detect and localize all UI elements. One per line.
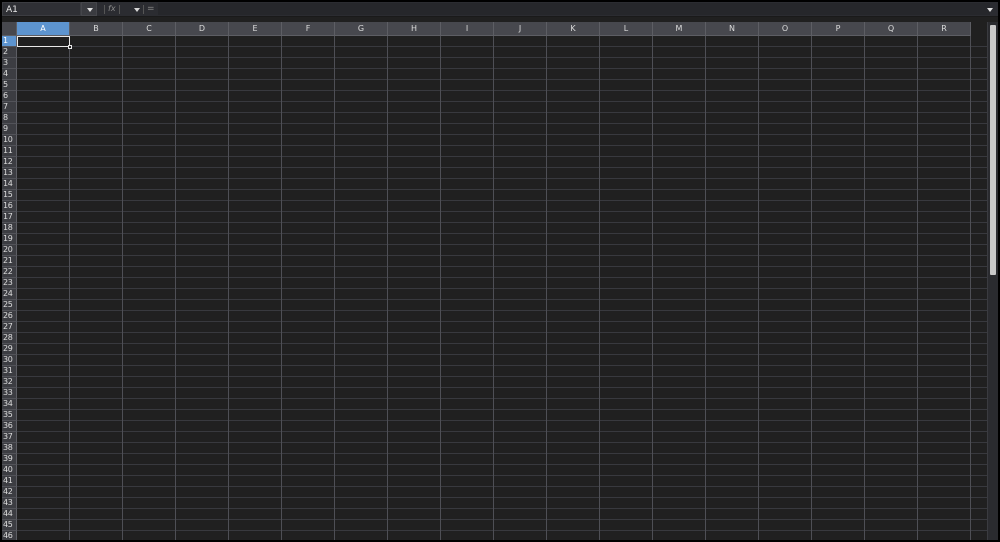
toolbar-separator [104,5,105,14]
expand-formula-bar-button[interactable] [983,2,998,16]
row-header-21[interactable]: 21 [2,256,17,267]
row-header-10[interactable]: 10 [2,135,17,146]
row-header-23[interactable]: 23 [2,278,17,289]
row-header-37[interactable]: 37 [2,432,17,443]
row-header-13[interactable]: 13 [2,168,17,179]
row-header-7[interactable]: 7 [2,102,17,113]
row-header-26[interactable]: 26 [2,311,17,322]
column-header-h[interactable]: H [388,22,441,36]
column-header-m[interactable]: M [653,22,706,36]
row-header-12[interactable]: 12 [2,157,17,168]
vertical-scrollbar[interactable] [987,22,998,540]
column-header-p[interactable]: P [812,22,865,36]
row-header-2[interactable]: 2 [2,47,17,58]
row-header-28[interactable]: 28 [2,333,17,344]
row-header-31[interactable]: 31 [2,366,17,377]
row-header-30[interactable]: 30 [2,355,17,366]
row-header-41[interactable]: 41 [2,476,17,487]
active-cell-cursor[interactable] [17,36,70,47]
column-header-k[interactable]: K [547,22,600,36]
column-header-c[interactable]: C [123,22,176,36]
row-header-1[interactable]: 1 [2,36,17,47]
select-function-button[interactable] [126,2,144,16]
name-box-value[interactable]: A1 [6,3,18,17]
row-header-36[interactable]: 36 [2,421,17,432]
row-header-5[interactable]: 5 [2,80,17,91]
row-header-34[interactable]: 34 [2,399,17,410]
row-header-17[interactable]: 17 [2,212,17,223]
row-header-38[interactable]: 38 [2,443,17,454]
column-header-b[interactable]: B [70,22,123,36]
chevron-down-icon [87,8,93,12]
row-header-11[interactable]: 11 [2,146,17,157]
column-header-q[interactable]: Q [865,22,918,36]
function-wizard-icon[interactable]: fx [108,2,116,16]
column-header-n[interactable]: N [706,22,759,36]
row-header-15[interactable]: 15 [2,190,17,201]
row-header-8[interactable]: 8 [2,113,17,124]
name-box[interactable]: A1 [2,2,81,16]
column-headers: ABCDEFGHIJKLMNOPQR [17,22,987,36]
select-all-corner[interactable] [2,22,17,36]
row-header-32[interactable]: 32 [2,377,17,388]
column-header-i[interactable]: I [441,22,494,36]
column-header-j[interactable]: J [494,22,547,36]
row-header-19[interactable]: 19 [2,234,17,245]
column-header-r[interactable]: R [918,22,971,36]
row-header-6[interactable]: 6 [2,91,17,102]
row-header-3[interactable]: 3 [2,58,17,69]
name-box-dropdown-button[interactable] [81,2,97,16]
chevron-down-icon [987,8,993,12]
row-header-14[interactable]: 14 [2,179,17,190]
row-header-33[interactable]: 33 [2,388,17,399]
row-header-27[interactable]: 27 [2,322,17,333]
autofill-handle[interactable] [68,45,72,49]
spreadsheet-window: A1 fx = ABCDEFGHIJKLMNOPQR 1 2 3 4 5 6 7 8 9 10 11… [2,2,998,540]
chevron-down-icon [134,8,140,12]
cell-grid[interactable] [17,36,987,540]
column-header-a[interactable]: A [17,22,70,36]
row-header-44[interactable]: 44 [2,509,17,520]
column-header-f[interactable]: F [282,22,335,36]
row-header-16[interactable]: 16 [2,201,17,212]
formula-input[interactable] [158,3,990,15]
row-header-45[interactable]: 45 [2,520,17,531]
column-header-g[interactable]: G [335,22,388,36]
row-header-43[interactable]: 43 [2,498,17,509]
sheet-grid: ABCDEFGHIJKLMNOPQR 1 2 3 4 5 6 7 8 9 10 11 12 13 14 15… [2,22,998,540]
vertical-scrollbar-thumb[interactable] [990,25,996,275]
toolbar-separator [119,5,120,14]
column-header-d[interactable]: D [176,22,229,36]
row-header-22[interactable]: 22 [2,267,17,278]
row-header-25[interactable]: 25 [2,300,17,311]
row-header-20[interactable]: 20 [2,245,17,256]
row-header-35[interactable]: 35 [2,410,17,421]
toolbar-separator [143,5,144,14]
row-header-18[interactable]: 18 [2,223,17,234]
row-header-9[interactable]: 9 [2,124,17,135]
row-header-40[interactable]: 40 [2,465,17,476]
row-header-39[interactable]: 39 [2,454,17,465]
row-header-46[interactable]: 46 [2,531,17,540]
row-header-24[interactable]: 24 [2,289,17,300]
row-header-4[interactable]: 4 [2,69,17,80]
row-headers: 1 2 3 4 5 6 7 8 9 10 11 12 13 14 15 16 17 18 19 20 21 22 23 24 2… [2,36,17,540]
equals-icon[interactable]: = [147,2,155,16]
column-header-l[interactable]: L [600,22,653,36]
column-header-o[interactable]: O [759,22,812,36]
row-header-29[interactable]: 29 [2,344,17,355]
column-header-e[interactable]: E [229,22,282,36]
formula-bar: A1 fx = [2,2,998,17]
row-header-42[interactable]: 42 [2,487,17,498]
